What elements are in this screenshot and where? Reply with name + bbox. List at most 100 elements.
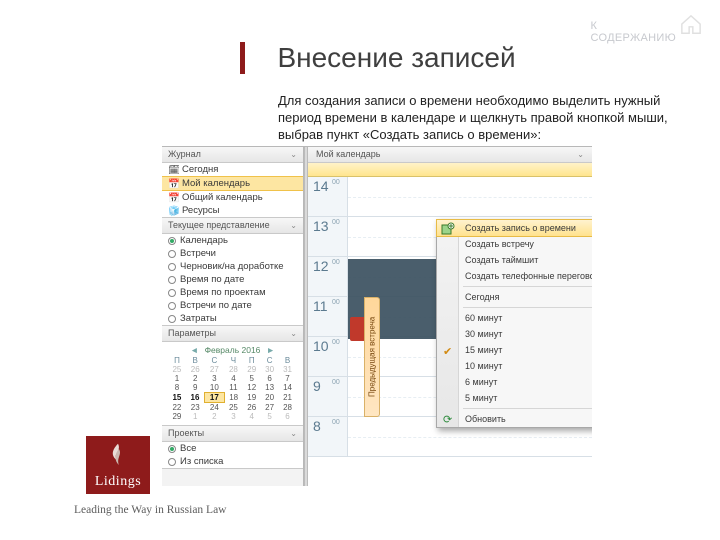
pane-params-title: Параметры <box>168 328 216 338</box>
calendar-day[interactable]: 12 <box>243 383 261 393</box>
pane-views-header[interactable]: Текущее представление ⌄ <box>162 218 303 234</box>
mini-calendar-grid[interactable]: ПВСЧПСВ252627282930311234567891011121314… <box>168 356 297 421</box>
calendar-day[interactable]: 21 <box>279 393 297 403</box>
calendar-day[interactable]: 8 <box>168 383 186 393</box>
calendar-day[interactable]: 22 <box>168 403 186 413</box>
hour-gutter: 1100 <box>308 297 348 336</box>
pane-projects-header[interactable]: Проекты ⌄ <box>162 426 303 442</box>
pane-journal-header[interactable]: Журнал ⌄ <box>162 147 303 163</box>
calendar-day[interactable]: 9 <box>186 383 205 393</box>
calendar-header: Мой календарь ⌄ <box>308 147 592 163</box>
calendar-day[interactable]: 6 <box>279 412 297 421</box>
calendar-day[interactable]: 25 <box>224 403 243 413</box>
collapse-icon[interactable]: ⌄ <box>577 150 584 159</box>
table-of-contents-link[interactable]: К СОДЕРЖАНИЮ <box>591 20 676 44</box>
view-radio-option[interactable]: Календарь <box>162 234 303 247</box>
radio-icon <box>168 276 176 284</box>
calendar-day[interactable]: 5 <box>261 412 279 421</box>
calendar-day[interactable]: 4 <box>224 374 243 383</box>
previous-meeting-tab[interactable]: Предыдущая встреча <box>364 297 380 417</box>
context-menu-item[interactable]: 10 минут <box>437 358 592 374</box>
context-menu-item[interactable]: Создать телефонные переговоры <box>437 268 592 284</box>
calendar-day[interactable]: 17 <box>205 393 225 403</box>
calendar-day[interactable]: 7 <box>279 374 297 383</box>
app-screenshot: Журнал ⌄ 🗓Сегодня📅Мой календарь📅Общий ка… <box>162 146 592 486</box>
nav-label: Ресурсы <box>182 205 219 216</box>
view-radio-option[interactable]: Затраты <box>162 312 303 325</box>
calendar-day[interactable]: 10 <box>205 383 225 393</box>
calendar-day[interactable]: 18 <box>224 393 243 403</box>
nav-icon: 📅 <box>168 193 178 203</box>
mini-calendar[interactable]: ◄ Февраль 2016 ► ПВСЧПСВ2526272829303112… <box>162 342 303 425</box>
home-icon[interactable] <box>680 14 702 34</box>
collapse-icon[interactable]: ⌄ <box>290 329 297 338</box>
calendar-day[interactable]: 24 <box>205 403 225 413</box>
vertical-tab-marker[interactable] <box>350 317 364 341</box>
calendar-day[interactable]: 14 <box>279 383 297 393</box>
sidebar-nav-item[interactable]: 🗓Сегодня <box>162 163 303 176</box>
sidebar-nav-item[interactable]: 🧊Ресурсы <box>162 204 303 217</box>
radio-icon <box>168 315 176 323</box>
view-label: Время по проектам <box>180 287 266 298</box>
calendar-day[interactable]: 13 <box>261 383 279 393</box>
hour-row[interactable]: 1400 <box>308 177 592 217</box>
view-radio-option[interactable]: Встречи <box>162 247 303 260</box>
collapse-icon[interactable]: ⌄ <box>290 221 297 230</box>
view-radio-option[interactable]: Время по дате <box>162 273 303 286</box>
calendar-day[interactable]: 2 <box>205 412 225 421</box>
menu-item-label: Создать запись о времени <box>465 223 576 233</box>
context-menu-item[interactable]: 5 минут <box>437 390 592 406</box>
calendar-day[interactable]: 1 <box>186 412 205 421</box>
prev-month-button[interactable]: ◄ <box>190 345 198 355</box>
context-menu-item[interactable]: 30 минут <box>437 326 592 342</box>
project-radio-option[interactable]: Из списка <box>162 455 303 468</box>
sidebar-nav-item[interactable]: 📅Общий календарь <box>162 191 303 204</box>
calendar-day[interactable]: 29 <box>243 365 261 374</box>
calendar-day[interactable]: 11 <box>224 383 243 393</box>
sidebar-nav-item[interactable]: 📅Мой календарь <box>162 176 303 191</box>
calendar-day[interactable]: 23 <box>186 403 205 413</box>
calendar-day[interactable]: 25 <box>168 365 186 374</box>
context-menu-item[interactable]: Создать встречу <box>437 236 592 252</box>
calendar-day[interactable]: 29 <box>168 412 186 421</box>
calendar-day[interactable]: 16 <box>186 393 205 403</box>
calendar-day[interactable]: 28 <box>279 403 297 413</box>
calendar-day[interactable]: 27 <box>261 403 279 413</box>
calendar-title: Мой календарь <box>316 149 380 159</box>
context-menu-item[interactable]: Создать запись о времени <box>436 219 592 237</box>
view-radio-option[interactable]: Черновик/на доработке <box>162 260 303 273</box>
calendar-day[interactable]: 1 <box>168 374 186 383</box>
context-menu-item[interactable]: Создать таймшит <box>437 252 592 268</box>
all-day-row[interactable] <box>308 163 592 177</box>
context-menu-item[interactable]: ⟳Обновить <box>437 411 592 427</box>
calendar-day[interactable]: 31 <box>279 365 297 374</box>
check-icon: ✔ <box>443 345 452 358</box>
context-menu-item[interactable]: 6 минут <box>437 374 592 390</box>
calendar-day[interactable]: 15 <box>168 393 186 403</box>
calendar-day[interactable]: 20 <box>261 393 279 403</box>
hour-cell[interactable] <box>348 177 592 216</box>
context-menu-item[interactable]: Сегодня <box>437 289 592 305</box>
calendar-day[interactable]: 3 <box>205 374 225 383</box>
calendar-day[interactable]: 30 <box>261 365 279 374</box>
collapse-icon[interactable]: ⌄ <box>290 150 297 159</box>
calendar-day[interactable]: 19 <box>243 393 261 403</box>
next-month-button[interactable]: ► <box>266 345 274 355</box>
calendar-day[interactable]: 5 <box>243 374 261 383</box>
time-grid[interactable]: 14001300120011001000900800 Предыдущая вс… <box>308 177 592 486</box>
view-radio-option[interactable]: Время по проектам <box>162 286 303 299</box>
context-menu-item[interactable]: ✔15 минут <box>437 342 592 358</box>
calendar-day[interactable]: 27 <box>205 365 225 374</box>
collapse-icon[interactable]: ⌄ <box>290 429 297 438</box>
calendar-day[interactable]: 2 <box>186 374 205 383</box>
context-menu-item[interactable]: 60 минут <box>437 310 592 326</box>
project-radio-option[interactable]: Все <box>162 442 303 455</box>
calendar-day[interactable]: 3 <box>224 412 243 421</box>
calendar-day[interactable]: 26 <box>186 365 205 374</box>
calendar-day[interactable]: 6 <box>261 374 279 383</box>
view-radio-option[interactable]: Встречи по дате <box>162 299 303 312</box>
calendar-day[interactable]: 26 <box>243 403 261 413</box>
calendar-day[interactable]: 4 <box>243 412 261 421</box>
calendar-day[interactable]: 28 <box>224 365 243 374</box>
pane-params-header[interactable]: Параметры ⌄ <box>162 326 303 342</box>
